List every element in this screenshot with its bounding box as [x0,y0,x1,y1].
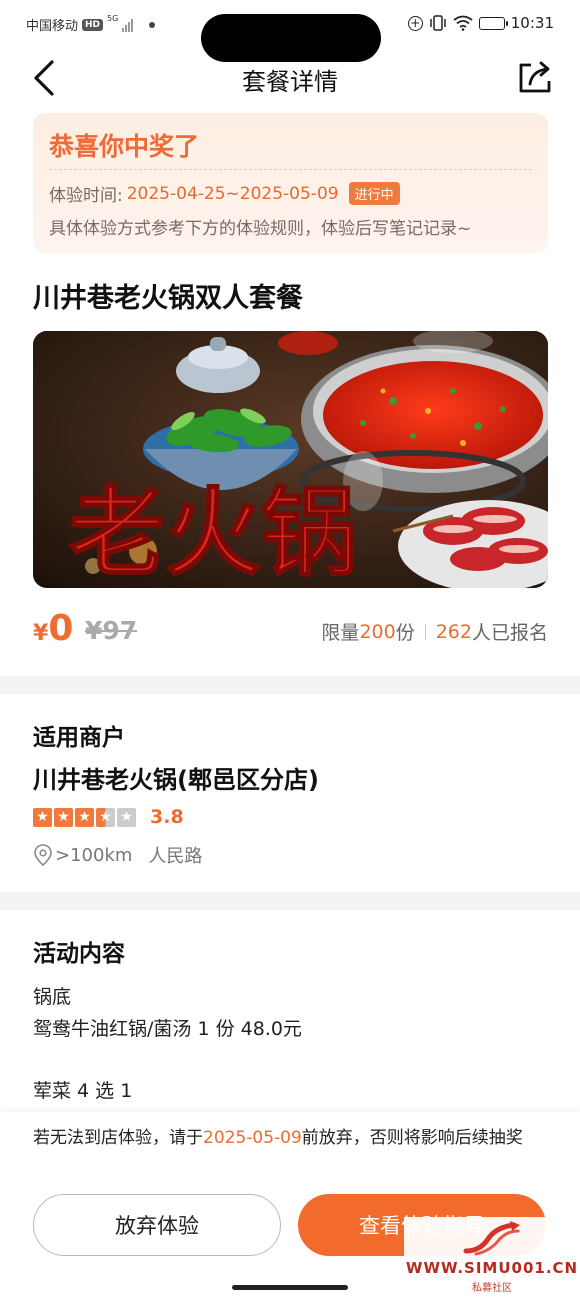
section-divider [0,676,580,694]
content-line: 锅底 [33,986,72,1008]
content-line: 荤菜 4 选 1 [33,1080,133,1102]
quota-suffix: 份 [395,622,415,644]
home-indicator[interactable] [232,1285,348,1290]
activity-section-title: 活动内容 [33,941,125,967]
prize-time-label: 体验时间: [49,186,123,206]
battery-icon [478,16,508,30]
status-bar: 中国移动 HD 5G + 10:31 [0,0,580,62]
quota-info: 限量 200 份 262 人已报名 [321,618,548,645]
price-symbol: ¥ [33,621,49,646]
prize-card: 恭喜你中奖了 体验时间: 2025-04-25~2025-05-09 进行中 具… [33,113,548,253]
notification-dot-icon [149,21,156,28]
star-icon: ★ [75,807,94,827]
warn-prefix: 若无法到店体验，请于 [33,1128,203,1148]
warn-date: 2025-05-09 [203,1128,302,1148]
merchant-name[interactable]: 川井巷老火锅(郫邑区分店) [33,760,319,795]
watermark-url: WWW.SIMU001.CN [405,1259,579,1277]
hero-caption: 老火锅 [69,477,357,588]
content-line: 鸳鸯牛油红锅/菌汤 1 份 48.0元 [33,1018,302,1040]
merchant-section-title: 适用商户 [33,725,125,751]
prize-time-range: 2025-04-25~2025-05-09 [126,183,339,204]
page-title: 套餐详情 [242,68,338,96]
status-badge: 进行中 [348,182,400,205]
signup-suffix: 人已报名 [471,622,548,644]
price-row: ¥0 ¥97 限量 200 份 262 人已报名 [33,608,548,652]
hotpot-illustration: 老火锅 [33,331,548,588]
hero-image: 老火锅 [33,331,548,588]
half-star-icon: ★ [96,807,115,827]
rating-row: ★ ★ ★ ★ ★ 3.8 [33,806,184,828]
clock-label: 10:31 [510,14,554,32]
signal-icon [122,18,134,32]
location-pin-icon [34,844,52,866]
prize-title: 恭喜你中奖了 [49,132,200,161]
star-icon: ★ [54,807,73,827]
watermark-subtitle: 私募社区 [472,1283,512,1294]
price-now: ¥0 [33,608,73,649]
warn-suffix: 前放弃，否则将影响后续抽奖 [301,1128,523,1148]
share-icon[interactable] [516,58,554,96]
quota-count: 200 [359,620,396,643]
quota-prefix: 限量 [321,622,360,644]
divider [424,623,426,640]
section-divider [0,892,580,910]
network-label: 5G [107,14,119,23]
address: 人民路 [148,846,203,867]
vibrate-icon [430,15,446,31]
watermark: WWW.SIMU001.CN 私募社区 [404,1217,580,1299]
star-icon: ★ [33,807,52,827]
rating-stars: ★ ★ ★ ★ ★ [33,807,136,827]
rating-value: 3.8 [150,806,184,828]
abandon-warning: 若无法到店体验，请于2025-05-09前放弃，否则将影响后续抽奖 [33,1124,548,1152]
signup-count: 262 [435,620,472,643]
watermark-logo [463,1221,520,1256]
star-empty-icon: ★ [117,807,136,827]
carrier-label: 中国移动 [26,19,79,34]
hd-badge: HD [82,18,104,31]
nav-bar: 套餐详情 [0,52,580,104]
status-right: + 10:31 [407,14,554,32]
status-left: 中国移动 HD 5G [26,14,156,34]
location-row[interactable]: >100km 人民路 [33,842,202,868]
prize-divider [49,169,532,170]
abandon-button[interactable]: 放弃体验 [33,1194,281,1256]
price-original: ¥97 [85,616,138,645]
wifi-icon [453,15,473,31]
price-amount: 0 [48,608,74,649]
distance: >100km [55,844,133,866]
prize-note: 具体体验方式参考下方的体验规则，体验后写笔记记录~ [49,219,472,239]
prize-time-row: 体验时间: 2025-04-25~2025-05-09 进行中 [49,181,400,206]
product-title: 川井巷老火锅双人套餐 [33,283,303,314]
add-circle-icon: + [407,15,423,31]
